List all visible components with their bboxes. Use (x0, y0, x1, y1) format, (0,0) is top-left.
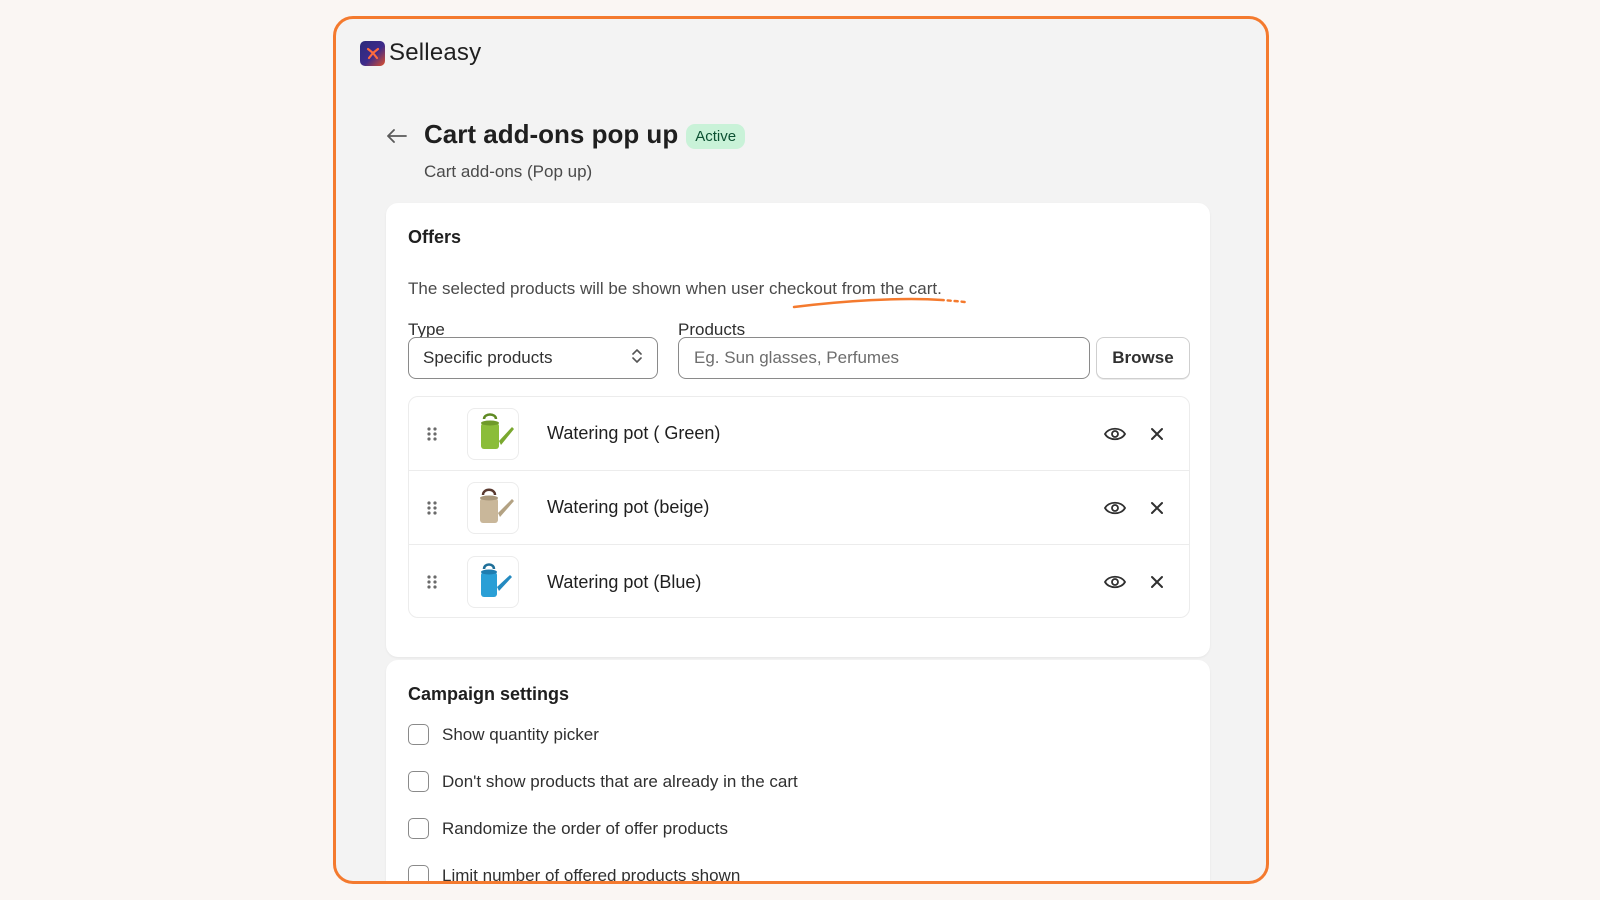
eye-icon[interactable] (1103, 496, 1127, 520)
brand: Selleasy (360, 39, 481, 67)
option-label: Randomize the order of offer products (442, 818, 729, 838)
checkbox[interactable] (408, 724, 429, 745)
annotation-underline (792, 297, 992, 309)
remove-icon[interactable] (1145, 496, 1169, 520)
products-search-input[interactable] (678, 337, 1090, 379)
app-window: Selleasy Cart add-ons pop up Active Cart… (333, 16, 1269, 884)
campaign-settings-title: Campaign settings (408, 684, 570, 704)
eye-icon[interactable] (1103, 570, 1127, 594)
page-subtitle: Cart add-ons (Pop up) (424, 162, 593, 181)
type-select-value: Specific products (423, 348, 553, 367)
browse-button[interactable]: Browse (1096, 337, 1190, 379)
product-row: Watering pot ( Green) (409, 397, 1189, 471)
remove-icon[interactable] (1145, 422, 1169, 446)
product-list: Watering pot ( Green) Watering pot (beig… (408, 396, 1190, 618)
watering-pot-blue-image (467, 556, 519, 608)
show-quantity-picker-option[interactable]: Show quantity picker (408, 724, 599, 745)
option-label: Don't show products that are already in … (442, 771, 798, 791)
checkbox[interactable] (408, 771, 429, 792)
hide-in-cart-products-option[interactable]: Don't show products that are already in … (408, 771, 798, 792)
limit-products-option[interactable]: Limit number of offered products shown (408, 865, 741, 884)
select-chevron-icon (631, 347, 643, 370)
offers-title: Offers (408, 227, 462, 247)
page-title: Cart add-ons pop up (424, 119, 679, 149)
type-select[interactable]: Specific products (408, 337, 658, 379)
checkbox[interactable] (408, 818, 429, 839)
offers-card: Offers The selected products will be sho… (386, 203, 1210, 657)
watering-pot-beige-image (467, 481, 519, 534)
watering-pot-green-image (467, 407, 519, 460)
brand-name: Selleasy (389, 39, 482, 66)
campaign-settings-card: Campaign settings Show quantity picker D… (386, 660, 1210, 884)
page-header: Cart add-ons pop up Active (424, 119, 746, 150)
product-name: Watering pot ( Green) (547, 423, 721, 443)
randomize-order-option[interactable]: Randomize the order of offer products (408, 818, 728, 839)
option-label: Limit number of offered products shown (442, 865, 741, 884)
product-name: Watering pot (Blue) (547, 571, 702, 592)
checkbox[interactable] (408, 865, 429, 881)
product-name: Watering pot (beige) (547, 497, 710, 517)
option-label: Show quantity picker (442, 724, 599, 744)
offers-description: The selected products will be shown when… (408, 279, 942, 298)
product-row: Watering pot (Blue) (409, 545, 1189, 617)
status-badge: Active (686, 123, 746, 149)
eye-icon[interactable] (1103, 422, 1127, 446)
back-arrow-icon[interactable] (384, 123, 410, 149)
product-row: Watering pot (beige) (409, 471, 1189, 545)
drag-handle-icon[interactable] (409, 574, 455, 590)
drag-handle-icon[interactable] (409, 500, 455, 516)
remove-icon[interactable] (1145, 570, 1169, 594)
drag-handle-icon[interactable] (409, 426, 455, 442)
selleasy-logo-icon (360, 40, 385, 66)
